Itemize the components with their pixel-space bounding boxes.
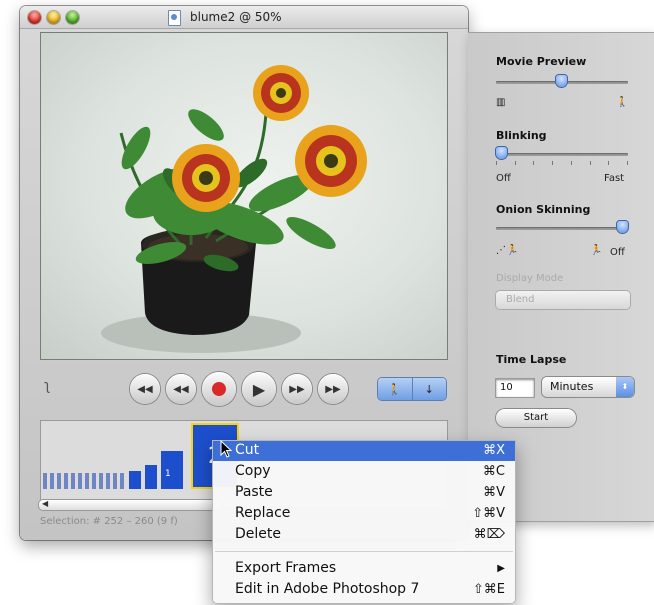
- step-back-button[interactable]: ◀◀: [166, 374, 196, 404]
- menu-item-shortcut: ⇧⌘E: [472, 582, 505, 597]
- view-mode-toggle[interactable]: 🚶 ↓: [378, 378, 446, 400]
- blinking-min-label: Off: [496, 173, 511, 184]
- menu-item-shortcut: ⌘⌦: [473, 527, 505, 542]
- menu-item-delete[interactable]: Delete ⌘⌦: [213, 525, 515, 545]
- menu-item-label: Export Frames: [235, 560, 337, 576]
- context-menu: Cut ⌘X Copy ⌘C Paste ⌘V Replace ⇧⌘V Dele…: [212, 440, 516, 604]
- menu-item-label: Delete: [235, 526, 281, 542]
- menu-item-shortcut: ⌘C: [482, 464, 505, 479]
- fast-forward-to-end-button[interactable]: ▶▶: [318, 374, 348, 404]
- menu-item-replace[interactable]: Replace ⇧⌘V: [213, 504, 515, 524]
- scroll-left-icon[interactable]: ◀: [42, 499, 48, 508]
- camera-preview: [40, 32, 448, 360]
- frame-bar[interactable]: [50, 473, 54, 489]
- frame-bar[interactable]: [129, 471, 141, 489]
- movie-preview-knob[interactable]: [556, 75, 567, 87]
- running-figure-icon: ⋰🏃: [496, 245, 519, 256]
- menu-item-cut[interactable]: Cut ⌘X: [213, 441, 515, 461]
- submenu-arrow-icon: ▶: [497, 563, 505, 574]
- menu-item-shortcut: ⌘X: [483, 443, 505, 458]
- onion-skinning-label: Onion Skinning: [496, 203, 591, 216]
- record-icon: [212, 382, 226, 396]
- menu-item-paste[interactable]: Paste ⌘V: [213, 483, 515, 503]
- onion-skinning-knob[interactable]: [617, 221, 628, 233]
- selection-status: Selection: # 252 – 260 (9 f): [40, 516, 178, 527]
- menu-item-shortcut: ⇧⌘V: [472, 506, 505, 521]
- step-forward-icon: ▶▶: [289, 383, 305, 395]
- play-icon: ▶: [252, 379, 266, 399]
- movie-preview-slider[interactable]: [496, 75, 628, 87]
- blinking-knob[interactable]: [496, 147, 507, 159]
- frame-bar[interactable]: [145, 465, 157, 489]
- arrow-down-icon[interactable]: ↓: [411, 378, 447, 400]
- frame-bar[interactable]: [120, 473, 124, 489]
- frame-number-small: 1: [165, 469, 171, 479]
- frame-bar-small[interactable]: 1: [161, 451, 183, 489]
- step-forward-button[interactable]: ▶▶: [282, 374, 312, 404]
- film-strip-icon: ▥: [496, 97, 506, 108]
- frame-bar[interactable]: [43, 473, 47, 489]
- walking-figure-icon[interactable]: 🚶: [378, 378, 412, 400]
- walking-figure-icon: 🚶: [616, 97, 629, 108]
- frame-bar[interactable]: [85, 473, 89, 489]
- menu-item-label: Replace: [235, 505, 291, 521]
- frame-bar[interactable]: [64, 473, 68, 489]
- zoom-button[interactable]: [66, 11, 79, 24]
- menu-item-label: Paste: [235, 484, 273, 500]
- flower-pot-image: [101, 65, 367, 353]
- transport-bar: ʅ ◀◀ ◀◀ ▶ ▶▶ ▶▶ 🚶 ↓: [20, 366, 468, 406]
- fast-forward-to-end-icon: ▶▶: [325, 383, 341, 395]
- time-lapse-unit-popup[interactable]: Minutes ⬍: [542, 377, 634, 397]
- display-mode-value: Blend: [506, 294, 535, 305]
- time-lapse-start-button[interactable]: Start: [496, 409, 576, 427]
- menu-item-label: Cut: [235, 442, 260, 458]
- blinking-slider[interactable]: [496, 147, 628, 159]
- loop-icon[interactable]: ʅ: [44, 378, 50, 394]
- blinking-max-label: Fast: [604, 173, 625, 184]
- timeline-scrollbar[interactable]: ◀: [38, 499, 222, 511]
- window-title: blume2 @ 50%: [190, 10, 282, 24]
- frame-bar[interactable]: [57, 473, 61, 489]
- minimize-button[interactable]: [47, 11, 60, 24]
- frame-bar[interactable]: [106, 473, 110, 489]
- time-lapse-unit-value: Minutes: [550, 380, 594, 393]
- menu-item-copy[interactable]: Copy ⌘C: [213, 462, 515, 482]
- menu-item-edit-in-photoshop[interactable]: Edit in Adobe Photoshop 7 ⇧⌘E: [213, 580, 515, 600]
- record-button[interactable]: [202, 372, 236, 406]
- blinking-label: Blinking: [496, 129, 547, 142]
- menu-item-label: Copy: [235, 463, 271, 479]
- menu-item-shortcut: ⌘V: [483, 485, 505, 500]
- menu-item-label: Edit in Adobe Photoshop 7: [235, 581, 420, 597]
- frame-bar[interactable]: [78, 473, 82, 489]
- frame-bar[interactable]: [113, 473, 117, 489]
- close-button[interactable]: [28, 11, 41, 24]
- mouse-pointer-icon: [220, 440, 233, 458]
- display-mode-label: Display Mode: [496, 273, 564, 284]
- time-lapse-interval-field[interactable]: 10: [496, 379, 534, 397]
- rewind-to-start-button[interactable]: ◀◀: [130, 374, 160, 404]
- chevron-up-down-icon: ⬍: [616, 377, 634, 397]
- menu-separator: [215, 551, 513, 552]
- onion-skinning-slider[interactable]: [496, 221, 628, 233]
- step-back-icon: ◀◀: [173, 383, 189, 395]
- movie-preview-label: Movie Preview: [496, 55, 587, 68]
- time-lapse-label: Time Lapse: [496, 353, 567, 366]
- rewind-to-start-icon: ◀◀: [137, 383, 153, 395]
- display-mode-popup: Blend: [496, 291, 630, 309]
- title-bar[interactable]: blume2 @ 50%: [20, 6, 468, 29]
- frame-bar[interactable]: [71, 473, 75, 489]
- frame-bar[interactable]: [92, 473, 96, 489]
- onion-skinning-off-label: Off: [610, 247, 625, 258]
- blinking-ticks: [496, 161, 628, 165]
- play-button[interactable]: ▶: [242, 372, 276, 406]
- frame-bar[interactable]: [99, 473, 103, 489]
- figure-icon: 🏃: [590, 245, 603, 256]
- document-icon: [168, 10, 181, 26]
- menu-item-export-frames[interactable]: Export Frames ▶: [213, 559, 515, 579]
